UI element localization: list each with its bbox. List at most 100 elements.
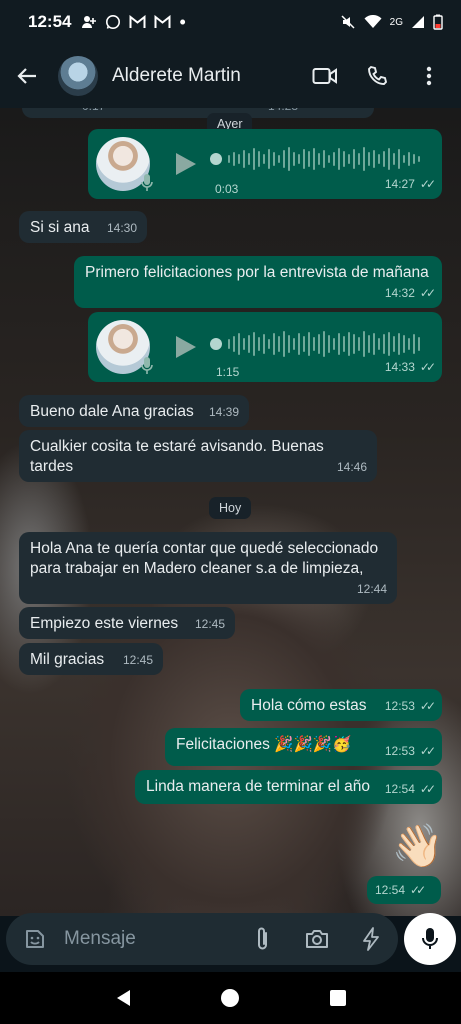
emoji-message-meta[interactable]: 12:54 ✓✓ <box>367 876 441 904</box>
message-text-line-2: para trabajar en Madero cleaner s.a de l… <box>30 560 364 577</box>
nav-recents-icon[interactable] <box>329 989 347 1007</box>
voice-message[interactable]: 0:03 14:27 ✓✓ <box>88 129 442 199</box>
message-input[interactable]: Mensaje <box>64 928 136 950</box>
video-call-button[interactable] <box>299 44 351 108</box>
message-text-line-1: Hola Ana te quería contar que quedé sele… <box>30 540 379 557</box>
voice-record-button[interactable] <box>404 913 456 965</box>
play-icon[interactable] <box>172 334 198 360</box>
message-time: 14:27 <box>384 177 415 191</box>
mic-small-icon <box>141 174 153 191</box>
message-incoming[interactable]: Mil gracias 12:45 <box>19 643 163 675</box>
emoji-message[interactable]: 👋🏻 <box>390 816 446 876</box>
status-time: 12:54 <box>28 12 72 31</box>
double-check-icon: ✓✓ <box>419 177 436 191</box>
paperclip-icon <box>258 927 267 950</box>
sender-avatar <box>96 137 153 191</box>
message-incoming[interactable]: Cualkier cosita te estaré avisando. Buen… <box>19 430 377 482</box>
sticker-button[interactable] <box>18 927 52 951</box>
message-outgoing[interactable]: Felicitaciones 🎉🎉🎉🥳 12:53 ✓✓ <box>165 728 442 766</box>
message-time: 12:44 <box>356 582 387 596</box>
message-text: Si si ana <box>30 219 90 236</box>
message-incoming[interactable]: Empiezo este viernes 12:45 <box>19 607 235 639</box>
play-icon[interactable] <box>172 151 198 177</box>
clipped-time: 14:28 <box>268 108 298 116</box>
notification-icons: • <box>81 12 186 33</box>
bolt-icon <box>363 927 379 951</box>
message-time: 12:45 <box>194 617 225 631</box>
clipped-duration: 0:17 <box>82 108 105 116</box>
message-meta: 12:54 ✓✓ <box>375 880 426 900</box>
message-meta: 14:32 ✓✓ <box>384 283 436 303</box>
message-meta: 12:54 ✓✓ <box>384 779 436 799</box>
mic-icon <box>422 928 438 949</box>
phone-icon <box>368 65 388 85</box>
back-button[interactable] <box>0 44 54 108</box>
sender-avatar <box>96 320 153 374</box>
message-meta: 14:27 ✓✓ <box>384 174 436 194</box>
message-text: Primero felicitaciones por la entrevista… <box>85 264 429 281</box>
camera-icon <box>306 930 328 948</box>
chat-header: Alderete Martin <box>0 44 461 108</box>
sticker-icon <box>26 930 44 948</box>
date-chip-today: Hoy <box>209 497 252 519</box>
message-composer: Mensaje <box>6 913 398 965</box>
double-check-icon: ✓✓ <box>419 744 436 758</box>
double-check-icon: ✓✓ <box>410 883 426 897</box>
message-incoming[interactable]: Bueno dale Ana gracias 14:39 <box>19 395 249 427</box>
attach-button[interactable] <box>236 926 290 952</box>
message-text: Hola cómo estas <box>251 697 367 714</box>
wifi-icon <box>364 15 382 28</box>
message-meta: 12:53 ✓✓ <box>384 741 436 761</box>
person-add-icon <box>82 16 97 28</box>
mute-icon <box>341 15 355 29</box>
nav-home-icon[interactable] <box>220 988 240 1008</box>
contact-avatar[interactable] <box>58 56 98 96</box>
message-outgoing[interactable]: Primero felicitaciones por la entrevista… <box>74 256 442 308</box>
gmail-icon-2 <box>154 15 171 28</box>
message-outgoing[interactable]: Linda manera de terminar el año 12:54 ✓✓ <box>135 770 442 804</box>
voice-duration: 0:03 <box>215 182 239 196</box>
network-type: 2G <box>389 16 403 28</box>
message-time: 12:54 <box>384 782 415 796</box>
message-time: 14:32 <box>384 286 415 300</box>
chat-messages[interactable]: 0:17 14:28 Ayer 0:03 14:27✓✓ Si si ana 1… <box>0 108 461 916</box>
message-text: Linda manera de terminar el año <box>146 778 371 795</box>
message-text: Mil gracias <box>30 651 105 668</box>
message-outgoing[interactable]: Hola cómo estas 12:53 ✓✓ <box>240 689 442 721</box>
message-text: Felicitaciones 🎉🎉🎉🥳 <box>176 736 352 753</box>
message-incoming[interactable]: Si si ana 14:30 <box>19 211 147 243</box>
double-check-icon: ✓✓ <box>419 286 436 300</box>
waving-hand-emoji: 👋🏻 <box>391 822 445 869</box>
battery-icon <box>433 14 443 30</box>
message-time: 14:33 <box>384 360 415 374</box>
message-time: 12:54 <box>375 883 406 897</box>
message-time: 12:53 <box>384 744 415 758</box>
voice-message[interactable]: 1:15 14:33 ✓✓ <box>88 312 442 382</box>
message-time: 12:45 <box>122 653 153 667</box>
double-check-icon: ✓✓ <box>419 699 436 713</box>
gmail-icon <box>129 15 146 28</box>
voice-duration: 1:15 <box>216 365 240 379</box>
message-clipped-top[interactable]: 0:17 14:28 <box>22 108 374 118</box>
whatsapp-icon <box>106 15 121 29</box>
video-call-icon <box>312 68 337 84</box>
status-bar: 12:54 • 2G <box>0 0 461 44</box>
nav-back-icon[interactable] <box>114 988 132 1008</box>
message-text: Cualkier cosita te estaré avisando. Buen… <box>30 438 324 475</box>
message-meta: 14:33 ✓✓ <box>384 357 436 377</box>
more-options-button[interactable] <box>403 44 455 108</box>
contact-name[interactable]: Alderete Martin <box>112 65 241 87</box>
message-time: 12:53 <box>384 699 415 713</box>
signal-icon <box>412 16 424 28</box>
message-text: Empiezo este viernes <box>30 615 179 632</box>
waveform[interactable] <box>210 330 420 358</box>
waveform[interactable] <box>210 145 420 173</box>
system-navigation-bar <box>0 972 461 1024</box>
camera-button[interactable] <box>290 929 344 949</box>
voice-call-button[interactable] <box>351 44 403 108</box>
payment-button[interactable] <box>344 927 398 951</box>
more-vert-icon <box>426 66 432 86</box>
message-time: 14:46 <box>336 460 367 474</box>
message-incoming[interactable]: Hola Ana te quería contar que quedé sele… <box>19 532 397 604</box>
mic-small-icon <box>141 357 153 374</box>
